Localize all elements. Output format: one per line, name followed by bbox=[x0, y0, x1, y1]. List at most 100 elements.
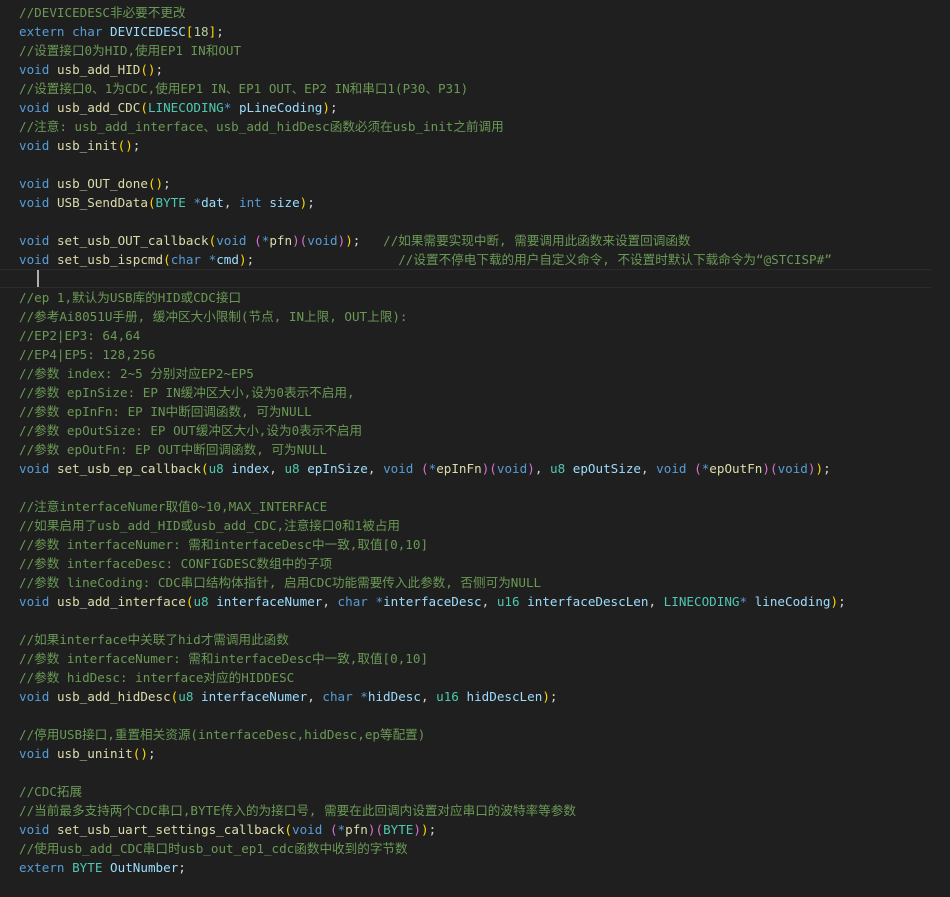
code-line[interactable]: //当前最多支持两个CDC串口,BYTE传入的为接口号, 需要在此回调内设置对应… bbox=[19, 801, 931, 820]
code-line[interactable]: void usb_init(); bbox=[19, 136, 931, 155]
code-token: ; bbox=[155, 62, 164, 77]
code-line[interactable]: //注意interfaceNumer取值0~10,MAX_INTERFACE bbox=[19, 497, 931, 516]
code-token: lineCoding bbox=[754, 594, 831, 609]
code-token: ; bbox=[329, 100, 338, 115]
code-token: u8 bbox=[284, 461, 300, 476]
code-line[interactable]: //设置接口0、1为CDC,使用EP1 IN、EP1 OUT、EP2 IN和串口… bbox=[19, 79, 931, 98]
code-line[interactable]: //DEVICEDESC非必要不更改 bbox=[19, 3, 931, 22]
code-token: epInFn bbox=[436, 461, 482, 476]
code-token: char bbox=[170, 252, 202, 267]
code-token: void bbox=[19, 233, 50, 248]
code-token: epOutFn bbox=[709, 461, 763, 476]
code-line[interactable]: extern BYTE OutNumber; bbox=[19, 858, 931, 877]
code-token: ) bbox=[830, 594, 839, 609]
code-line[interactable]: //参数 epOutSize: EP OUT缓冲区大小,设为0表示不启用 bbox=[19, 421, 931, 440]
code-token: u8 bbox=[178, 689, 194, 704]
code-token: pfn bbox=[269, 233, 293, 248]
code-line[interactable]: ​ bbox=[19, 212, 931, 231]
code-token: ( bbox=[375, 822, 384, 837]
code-token: ; bbox=[132, 138, 141, 153]
code-line[interactable]: //参考Ai8051U手册, 缓冲区大小限制(节点, IN上限, OUT上限): bbox=[19, 307, 931, 326]
code-line[interactable]: void USB_SendData(BYTE *dat, int size); bbox=[19, 193, 931, 212]
code-line[interactable]: //如果启用了usb_add_HID或usb_add_CDC,注意接口0和1被占… bbox=[19, 516, 931, 535]
code-line[interactable]: void usb_uninit(); bbox=[19, 744, 931, 763]
code-line[interactable]: void usb_add_CDC(LINECODING* pLineCoding… bbox=[19, 98, 931, 117]
text-cursor bbox=[37, 270, 39, 287]
code-line[interactable]: //EP4|EP5: 128,256 bbox=[19, 345, 931, 364]
code-line[interactable]: //参数 interfaceNumer: 需和interfaceDesc中一致,… bbox=[19, 535, 931, 554]
code-token: ) bbox=[527, 461, 535, 476]
code-token: u8 bbox=[549, 461, 566, 476]
code-token: void bbox=[656, 461, 687, 476]
code-line[interactable]: //参数 interfaceNumer: 需和interfaceDesc中一致,… bbox=[19, 649, 931, 668]
code-line[interactable]: //停用USB接口,重置相关资源(interfaceDesc,hidDesc,e… bbox=[19, 725, 931, 744]
code-token: ( bbox=[421, 461, 429, 476]
code-token: * bbox=[360, 689, 368, 704]
code-line[interactable]: void usb_add_interface(u8 interfaceNumer… bbox=[19, 592, 931, 611]
code-line[interactable]: ​ bbox=[19, 706, 931, 725]
code-line[interactable]: //CDC拓展 bbox=[19, 782, 931, 801]
code-token: * bbox=[337, 822, 346, 837]
code-token: , bbox=[223, 195, 239, 210]
code-line[interactable]: //EP2|EP3: 64,64 bbox=[19, 326, 931, 345]
code-token: //参数 hidDesc: interface对应的HIDDESC bbox=[19, 670, 295, 685]
code-line[interactable]: //参数 index: 2~5 分别对应EP2~EP5 bbox=[19, 364, 931, 383]
code-line[interactable]: void set_usb_uart_settings_callback(void… bbox=[19, 820, 931, 839]
code-line[interactable]: ​ bbox=[19, 611, 931, 630]
code-token: void bbox=[496, 461, 528, 476]
code-token: epOutSize bbox=[572, 461, 641, 476]
code-line[interactable]: //如果interface中关联了hid才需调用此函数 bbox=[19, 630, 931, 649]
code-token: usb_add_HID bbox=[56, 62, 141, 77]
code-token: //停用USB接口,重置相关资源(interfaceDesc,hidDesc,e… bbox=[19, 727, 426, 742]
code-line[interactable]: //设置接口0为HID,使用EP1 IN和OUT bbox=[19, 41, 931, 60]
code-token: //使用usb_add_CDC串口时usb_out_ep1_cdc函数中收到的字… bbox=[19, 841, 408, 856]
code-line[interactable]: //使用usb_add_CDC串口时usb_out_ep1_cdc函数中收到的字… bbox=[19, 839, 931, 858]
code-line[interactable]: void set_usb_ep_callback(u8 index, u8 ep… bbox=[19, 459, 931, 478]
code-line-active[interactable]: ​ bbox=[0, 269, 931, 288]
code-token: ( bbox=[147, 195, 156, 210]
code-editor[interactable]: //DEVICEDESC非必要不更改 extern char DEVICEDESC… bbox=[0, 0, 950, 897]
code-line[interactable]: void usb_OUT_done(); bbox=[19, 174, 931, 193]
code-token: void bbox=[19, 689, 50, 704]
code-token: , bbox=[481, 594, 497, 609]
code-token: //参数 index: 2~5 分别对应EP2~EP5 bbox=[19, 366, 254, 381]
code-token: u8 bbox=[193, 594, 209, 609]
code-token: DEVICEDESC bbox=[110, 24, 186, 39]
code-line[interactable]: //参数 hidDesc: interface对应的HIDDESC bbox=[19, 668, 931, 687]
code-line[interactable]: ​ bbox=[19, 478, 931, 497]
code-line[interactable]: //参数 epOutFn: EP OUT中断回调函数, 可为NULL bbox=[19, 440, 931, 459]
code-line[interactable]: void usb_add_hidDesc(u8 interfaceNumer, … bbox=[19, 687, 931, 706]
code-line[interactable]: //ep 1,默认为USB库的HID或CDC接口 bbox=[19, 288, 931, 307]
code-line[interactable]: //参数 lineCoding: CDC串口结构体指针, 启用CDC功能需要传入… bbox=[19, 573, 931, 592]
code-token: usb_add_hidDesc bbox=[56, 689, 171, 704]
code-line[interactable]: //参数 interfaceDesc: CONFIGDESC数组中的子项 bbox=[19, 554, 931, 573]
code-line[interactable]: //参数 epInSize: EP IN缓冲区大小,设为0表示不启用, bbox=[19, 383, 931, 402]
code-token: char bbox=[337, 594, 368, 609]
code-token: , bbox=[367, 461, 384, 476]
code-line[interactable]: ​ bbox=[19, 763, 931, 782]
code-token: //参数 lineCoding: CDC串口结构体指针, 启用CDC功能需要传入… bbox=[19, 575, 542, 590]
code-line[interactable]: void set_usb_OUT_callback(void (*pfn)(vo… bbox=[19, 231, 931, 250]
code-token: , bbox=[322, 594, 338, 609]
code-token: * bbox=[375, 594, 384, 609]
code-token: usb_init bbox=[56, 138, 118, 153]
code-token: ; bbox=[178, 860, 186, 875]
code-line[interactable]: //注意: usb_add_interface、usb_add_hidDesc函… bbox=[19, 117, 931, 136]
code-line[interactable]: ​ bbox=[19, 155, 931, 174]
code-line[interactable]: extern char DEVICEDESC[18]; bbox=[19, 22, 931, 41]
code-token: ) bbox=[413, 822, 421, 837]
code-area[interactable]: //DEVICEDESC非必要不更改 extern char DEVICEDESC… bbox=[0, 3, 931, 877]
code-token: ; bbox=[246, 252, 399, 267]
code-token: , bbox=[648, 594, 664, 609]
code-line[interactable]: void usb_add_HID(); bbox=[19, 60, 931, 79]
code-token: //参数 interfaceNumer: 需和interfaceDesc中一致,… bbox=[19, 651, 429, 666]
code-line[interactable]: //参数 epInFn: EP IN中断回调函数, 可为NULL bbox=[19, 402, 931, 421]
code-line[interactable]: void set_usb_ispcmd(char *cmd); //设置不停电下… bbox=[19, 250, 931, 269]
